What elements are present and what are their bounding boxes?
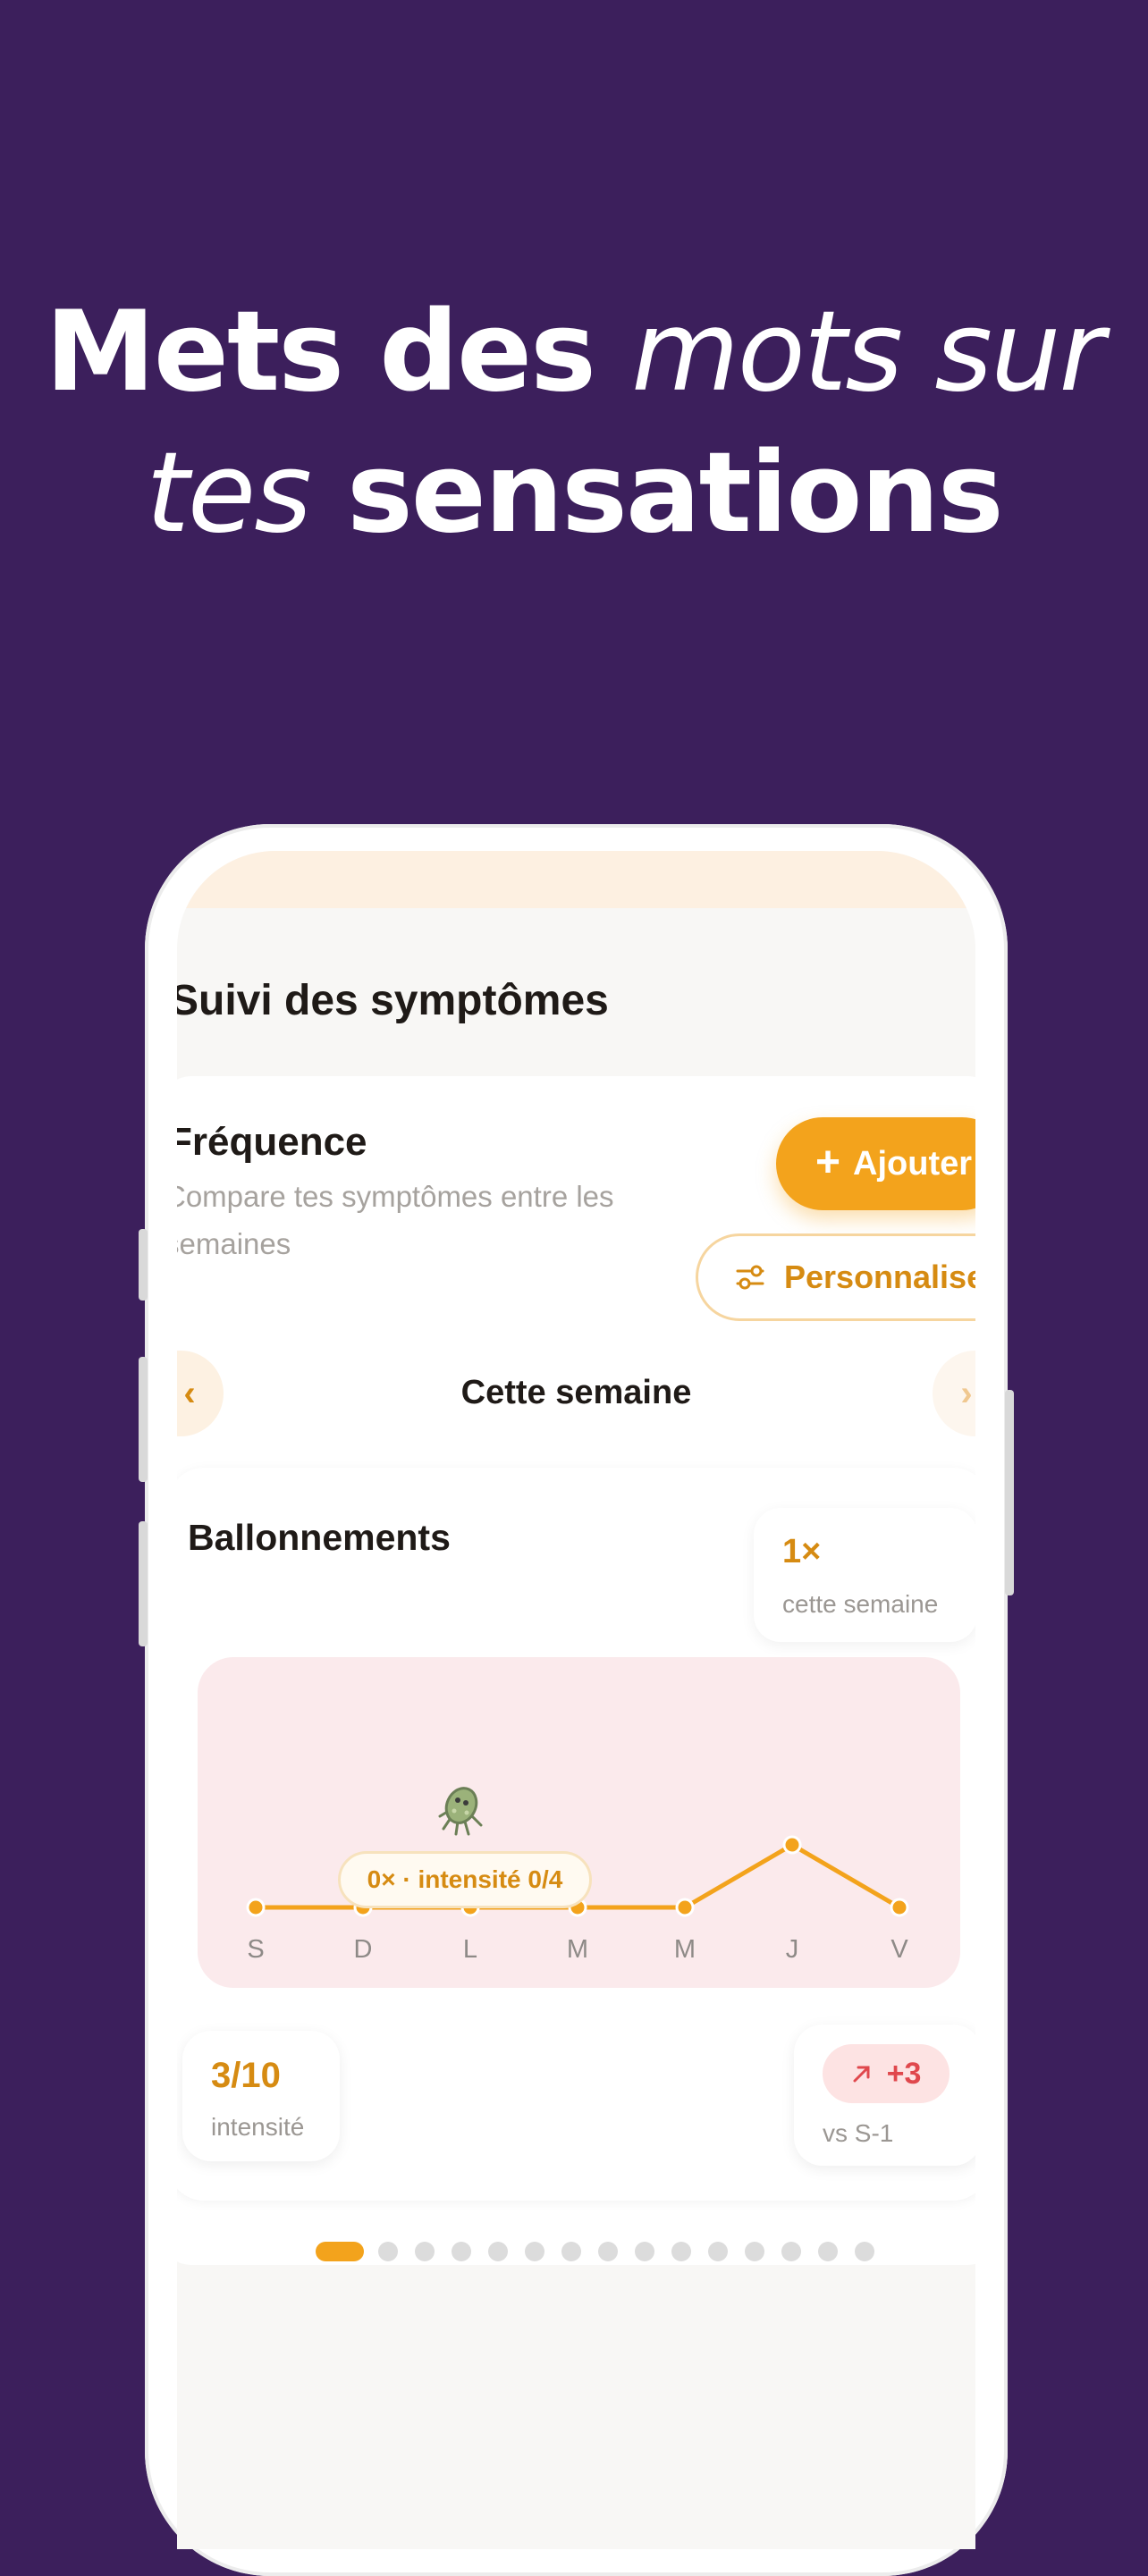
x-tick-label: M xyxy=(674,1935,696,1964)
week-label: Cette semaine xyxy=(460,1374,692,1411)
pager-dot[interactable] xyxy=(818,2242,838,2261)
app-screen: Suivi des symptômes Fréquence Compare te… xyxy=(177,851,975,2549)
x-tick-label: L xyxy=(463,1935,477,1964)
weekly-count-label: cette semaine xyxy=(782,1590,939,1618)
headline-part-3: tes xyxy=(146,429,312,558)
add-button[interactable]: + Ajouter xyxy=(776,1117,975,1210)
headline-line-1: Mets des mots sur xyxy=(0,282,1148,423)
section-description: Compare tes symptômes entre les semaines xyxy=(177,1180,614,1260)
page-title: Suivi des symptômes xyxy=(177,977,609,1024)
pager-dot[interactable] xyxy=(635,2242,654,2261)
pager-dot[interactable] xyxy=(378,2242,398,2261)
data-point[interactable] xyxy=(782,1835,802,1855)
pager-dot[interactable] xyxy=(561,2242,581,2261)
plus-icon: + xyxy=(815,1138,841,1186)
phone-volume-up-button xyxy=(139,1357,148,1482)
weekly-count-value: 1× xyxy=(782,1533,822,1570)
pager-dot[interactable] xyxy=(598,2242,618,2261)
intensity-label: intensité xyxy=(211,2113,305,2141)
data-point[interactable] xyxy=(890,1898,909,1917)
pager-dot[interactable] xyxy=(488,2242,508,2261)
pager-dot[interactable] xyxy=(855,2242,874,2261)
pager-dot[interactable] xyxy=(708,2242,728,2261)
phone-volume-down-button xyxy=(139,1521,148,1646)
data-point[interactable] xyxy=(246,1898,266,1917)
delta-value: +3 xyxy=(886,2056,922,2091)
pager-dot[interactable] xyxy=(745,2242,764,2261)
pager-dot[interactable] xyxy=(415,2242,435,2261)
chevron-right-icon: › xyxy=(960,1373,973,1413)
pager-dot[interactable] xyxy=(316,2242,364,2261)
headline-part-4: sensations xyxy=(346,429,1004,558)
customize-button[interactable]: Personnaliser xyxy=(696,1233,975,1321)
x-tick-label: S xyxy=(247,1935,264,1964)
bacteria-mascot-icon xyxy=(438,1787,483,1836)
x-tick-label: V xyxy=(891,1935,908,1964)
pager-dot[interactable] xyxy=(525,2242,544,2261)
intensity-value: 3/10 xyxy=(211,2056,281,2095)
page-indicator[interactable] xyxy=(177,2235,975,2270)
arrow-up-right-icon xyxy=(853,2066,870,2083)
x-tick-label: J xyxy=(786,1935,799,1964)
sliders-icon xyxy=(736,1265,764,1290)
delta-stat: +3 vs S-1 xyxy=(794,2025,975,2166)
customize-button-label: Personnaliser xyxy=(784,1259,975,1295)
delta-label: vs S-1 xyxy=(823,2119,894,2147)
x-tick-label: D xyxy=(354,1935,373,1964)
section-title: Fréquence xyxy=(177,1120,367,1164)
headline-part-2: mots sur xyxy=(631,288,1104,417)
headline: Mets des mots sur tes sensations xyxy=(0,282,1148,564)
headline-line-2: tes sensations xyxy=(0,423,1148,564)
weekly-count-box: 1× cette semaine xyxy=(754,1508,975,1642)
status-bar xyxy=(177,851,975,908)
delta-badge: +3 xyxy=(823,2044,950,2103)
chart-tooltip: 0× · intensité 0/4 xyxy=(338,1851,592,1908)
phone-mute-button xyxy=(139,1229,148,1301)
headline-part-1: Mets des xyxy=(45,288,595,417)
data-point[interactable] xyxy=(675,1898,695,1917)
symptom-line-chart[interactable]: SDLMMJV xyxy=(198,1657,960,1988)
x-tick-label: M xyxy=(567,1935,588,1964)
add-button-label: Ajouter xyxy=(853,1144,973,1183)
intensity-stat: 3/10 intensité xyxy=(182,2031,340,2161)
pager-dot[interactable] xyxy=(452,2242,471,2261)
symptom-name: Ballonnements xyxy=(188,1517,451,1558)
pager-dot[interactable] xyxy=(671,2242,691,2261)
pager-dot[interactable] xyxy=(781,2242,801,2261)
phone-power-button xyxy=(1005,1390,1014,1595)
